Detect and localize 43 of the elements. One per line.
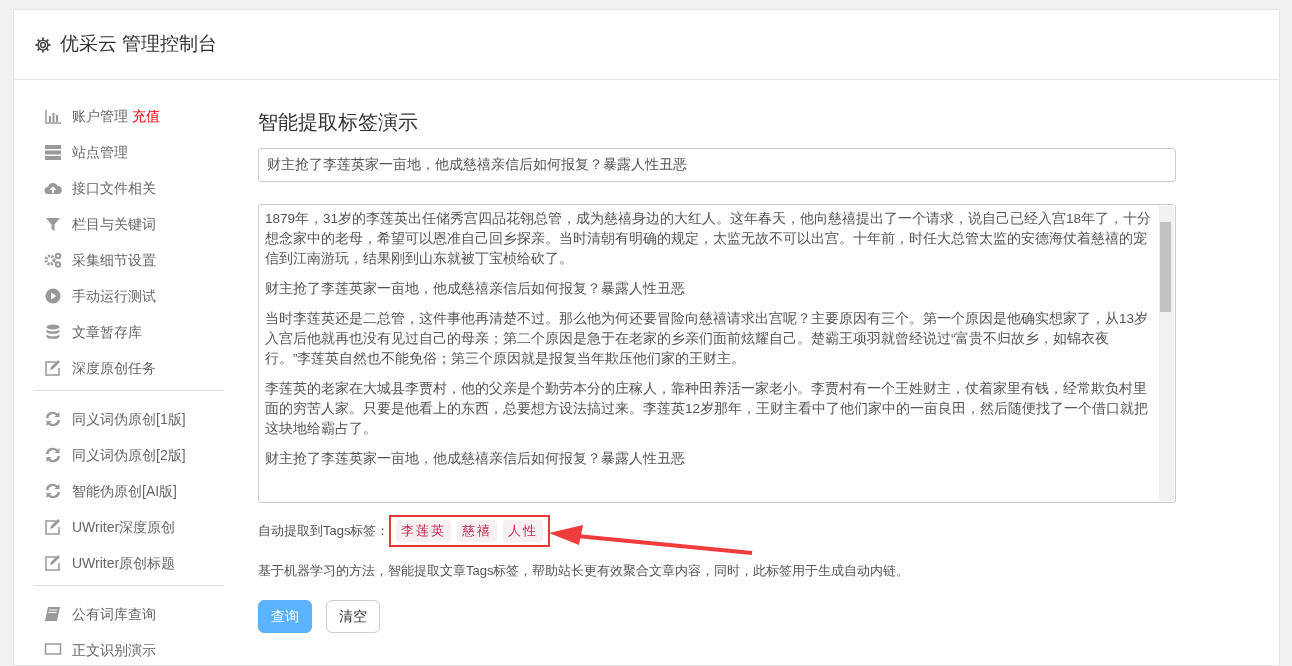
refresh-icon: [44, 411, 62, 427]
database-icon: [44, 324, 62, 340]
sidebar-item[interactable]: UWriter深度原创: [72, 516, 176, 538]
sidebar-item[interactable]: 同义词伪原创[2版]: [72, 444, 186, 466]
description-text: 基于机器学习的方法，智能提取文章Tags标签，帮助站长更有效聚合文章内容，同时，此标签用于生成自动内链。: [258, 561, 911, 580]
sidebar-item[interactable]: 深度原创任务: [72, 357, 156, 379]
gear-icon: [34, 35, 52, 54]
sidebar-item[interactable]: 正文识别演示: [72, 639, 156, 661]
sidebar-item[interactable]: 同义词伪原创[1版]: [72, 408, 186, 430]
sidebar-item[interactable]: 接口文件相关: [72, 177, 156, 199]
page-heading: 智能提取标签演示: [258, 110, 419, 134]
sidebar-item[interactable]: 栏目与关键词: [72, 213, 156, 235]
edit-icon: [44, 555, 62, 571]
sidebar-item[interactable]: 站点管理: [72, 141, 128, 163]
monitor-icon: [44, 642, 62, 658]
refresh-icon: [44, 447, 62, 463]
clear-button[interactable]: 清空: [326, 600, 380, 633]
tag-chip: 李莲英: [396, 520, 452, 542]
filter-icon: [44, 216, 62, 232]
book-icon: [44, 606, 62, 622]
console-title: 优采云 管理控制台: [60, 32, 218, 57]
tags-label: 自动提取到Tags标签：: [258, 522, 390, 540]
sidebar-item[interactable]: UWriter原创标题: [72, 552, 176, 574]
edit-icon: [44, 360, 62, 376]
article-field[interactable]: 1879年，31岁的李莲英出任储秀宫四品花翎总管，成为慈禧身边的大红人。这年春天，他向慈禧提出了一个请求，说自己已经入宫18年了，十分想念家中的老母，希望可以恩准自己回乡探亲。当时清朝有明确的规定，太监无故不可以出宫。十年前，时任大总管太监的安德海仗着慈禧的宠信到江南游玩，结果刚到山东就被丁宝桢给砍了。 财主抢了李莲英家一亩地，他成慈禧亲信后如何报复？暴露人性丑恶 当时李莲英还是二总管，这件事他再清楚不过。那么他为何还要冒险向慈禧请求出宫呢？主要原因有三个。第一个原因是他确实想家了，从13岁入宫后他就再也没有见过自己的母亲；第二个原因是急于在老家的乡亲们面前炫耀自己。楚霸王项羽就曾经说过“富贵不归故乡，如锦衣夜行。”李莲英自然也不能免俗；第三个原因就是报复当年欺压他们家的王财主。 李莲英的老家在大城县李贾村，他的父亲是个勤劳本分的庄稼人，靠种田养活一家老小。李贾村有一个王姓财主，仗着家里有钱，经常欺负村里面的穷苦人家。只要是他看上的东西，总要想方设法搞过来。李莲英12岁那年，王财主看中了他们家中的一亩良田，然后随便找了一个借口就把这块地给霸占了。 财主抢了李莲英家一亩地，他成慈禧亲信后如何报复？暴露人性丑恶: [258, 204, 1176, 503]
refresh-icon: [44, 483, 62, 499]
edit-icon: [44, 519, 62, 535]
bar-chart-icon: [44, 108, 62, 124]
sidebar-item[interactable]: 智能伪原创[AI版]: [72, 480, 177, 502]
play-icon: [44, 288, 62, 304]
cloud-upload-icon: [44, 180, 62, 196]
scrollbar[interactable]: [1159, 206, 1174, 501]
server-icon: [44, 144, 62, 160]
tag-chip: 人性: [503, 520, 544, 542]
sidebar-item[interactable]: 账户管理: [72, 105, 128, 127]
gears-icon: [44, 252, 62, 268]
sidebar-item[interactable]: 公有词库查询: [72, 603, 156, 625]
title-field[interactable]: 财主抢了李莲英家一亩地，他成慈禧亲信后如何报复？暴露人性丑恶: [258, 148, 1176, 182]
sidebar-item[interactable]: 采集细节设置: [72, 249, 156, 271]
tag-chip: 慈禧: [457, 520, 498, 542]
sidebar-item[interactable]: 手动运行测试: [72, 285, 156, 307]
sidebar-item[interactable]: 文章暂存库: [72, 321, 142, 343]
recharge-link[interactable]: 充值: [132, 105, 160, 127]
